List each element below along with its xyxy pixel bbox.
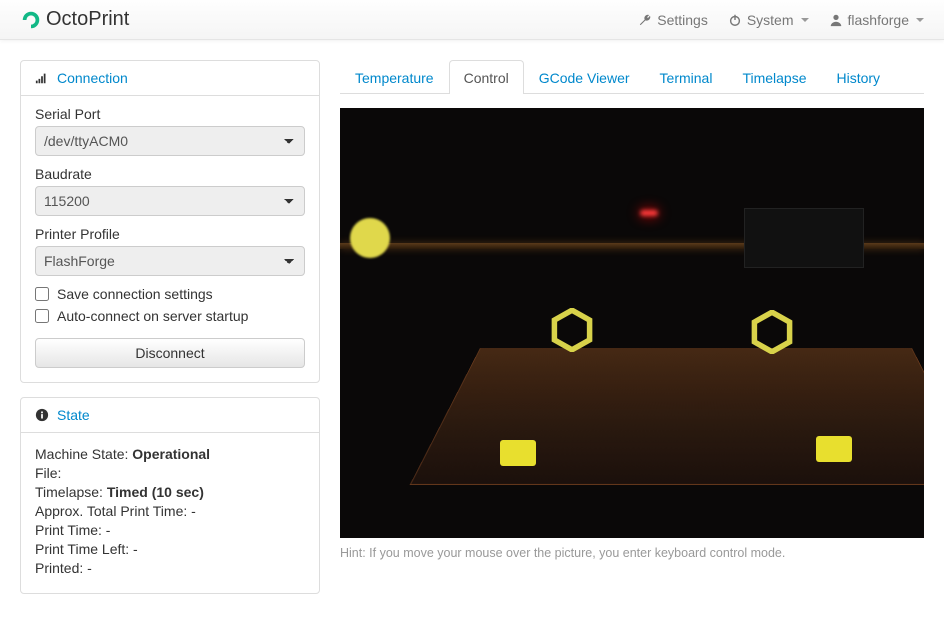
print-time-left-line: Print Time Left: - xyxy=(35,541,305,557)
print-time-line: Print Time: - xyxy=(35,522,305,538)
webcam-stream[interactable] xyxy=(340,108,924,538)
connection-panel-heading[interactable]: Connection xyxy=(21,61,319,96)
printer-profile-label: Printer Profile xyxy=(35,226,305,242)
nav-system-label: System xyxy=(747,12,794,28)
nav-settings[interactable]: Settings xyxy=(638,12,708,28)
nav-settings-label: Settings xyxy=(657,12,708,28)
octoprint-logo-icon xyxy=(20,9,42,31)
brand-text: OctoPrint xyxy=(46,8,129,31)
autoconnect-input[interactable] xyxy=(35,309,49,323)
tab-content-control: Hint: If you move your mouse over the pi… xyxy=(340,94,924,560)
brand[interactable]: OctoPrint xyxy=(20,8,129,31)
tab-terminal[interactable]: Terminal xyxy=(645,60,728,94)
main: Temperature Control GCode Viewer Termina… xyxy=(340,60,924,608)
info-icon xyxy=(35,408,49,422)
user-icon xyxy=(829,13,843,27)
tab-timelapse[interactable]: Timelapse xyxy=(727,60,821,94)
signal-icon xyxy=(35,71,49,85)
baudrate-select[interactable]: 115200 xyxy=(35,186,305,216)
serial-port-select[interactable]: /dev/ttyACM0 xyxy=(35,126,305,156)
power-icon xyxy=(728,13,742,27)
state-panel: State Machine State: Operational File: T… xyxy=(20,397,320,594)
connection-panel: Connection Serial Port /dev/ttyACM0 Baud… xyxy=(20,60,320,383)
autoconnect-label: Auto-connect on server startup xyxy=(57,308,248,324)
printer-profile-select[interactable]: FlashForge xyxy=(35,246,305,276)
approx-time-line: Approx. Total Print Time: - xyxy=(35,503,305,519)
state-panel-body: Machine State: Operational File: Timelap… xyxy=(21,433,319,593)
page: Connection Serial Port /dev/ttyACM0 Baud… xyxy=(0,40,944,628)
save-connection-checkbox[interactable]: Save connection settings xyxy=(35,286,305,302)
disconnect-button[interactable]: Disconnect xyxy=(35,338,305,368)
wrench-icon xyxy=(638,13,652,27)
chevron-down-icon xyxy=(916,18,924,22)
file-line: File: xyxy=(35,465,305,481)
tab-history[interactable]: History xyxy=(822,60,896,94)
tab-temperature[interactable]: Temperature xyxy=(340,60,449,94)
connection-panel-body: Serial Port /dev/ttyACM0 Baudrate 115200… xyxy=(21,96,319,382)
webcam-hint: Hint: If you move your mouse over the pi… xyxy=(340,546,924,560)
timelapse-line: Timelapse: Timed (10 sec) xyxy=(35,484,305,500)
navbar: OctoPrint Settings System flashforge xyxy=(0,0,944,40)
tab-control[interactable]: Control xyxy=(449,60,524,94)
nav-user-label: flashforge xyxy=(848,12,909,28)
state-title[interactable]: State xyxy=(57,407,90,423)
nav-right: Settings System flashforge xyxy=(638,12,924,28)
machine-state-line: Machine State: Operational xyxy=(35,446,305,462)
nav-system[interactable]: System xyxy=(728,12,809,28)
chevron-down-icon xyxy=(801,18,809,22)
nav-user[interactable]: flashforge xyxy=(829,12,924,28)
tabs: Temperature Control GCode Viewer Termina… xyxy=(340,60,924,94)
sidebar: Connection Serial Port /dev/ttyACM0 Baud… xyxy=(20,60,320,608)
baudrate-label: Baudrate xyxy=(35,166,305,182)
save-connection-input[interactable] xyxy=(35,287,49,301)
connection-title[interactable]: Connection xyxy=(57,70,128,86)
state-panel-heading[interactable]: State xyxy=(21,398,319,433)
tab-gcode-viewer[interactable]: GCode Viewer xyxy=(524,60,645,94)
save-connection-label: Save connection settings xyxy=(57,286,213,302)
serial-port-label: Serial Port xyxy=(35,106,305,122)
autoconnect-checkbox[interactable]: Auto-connect on server startup xyxy=(35,308,305,324)
printed-line: Printed: - xyxy=(35,560,305,576)
